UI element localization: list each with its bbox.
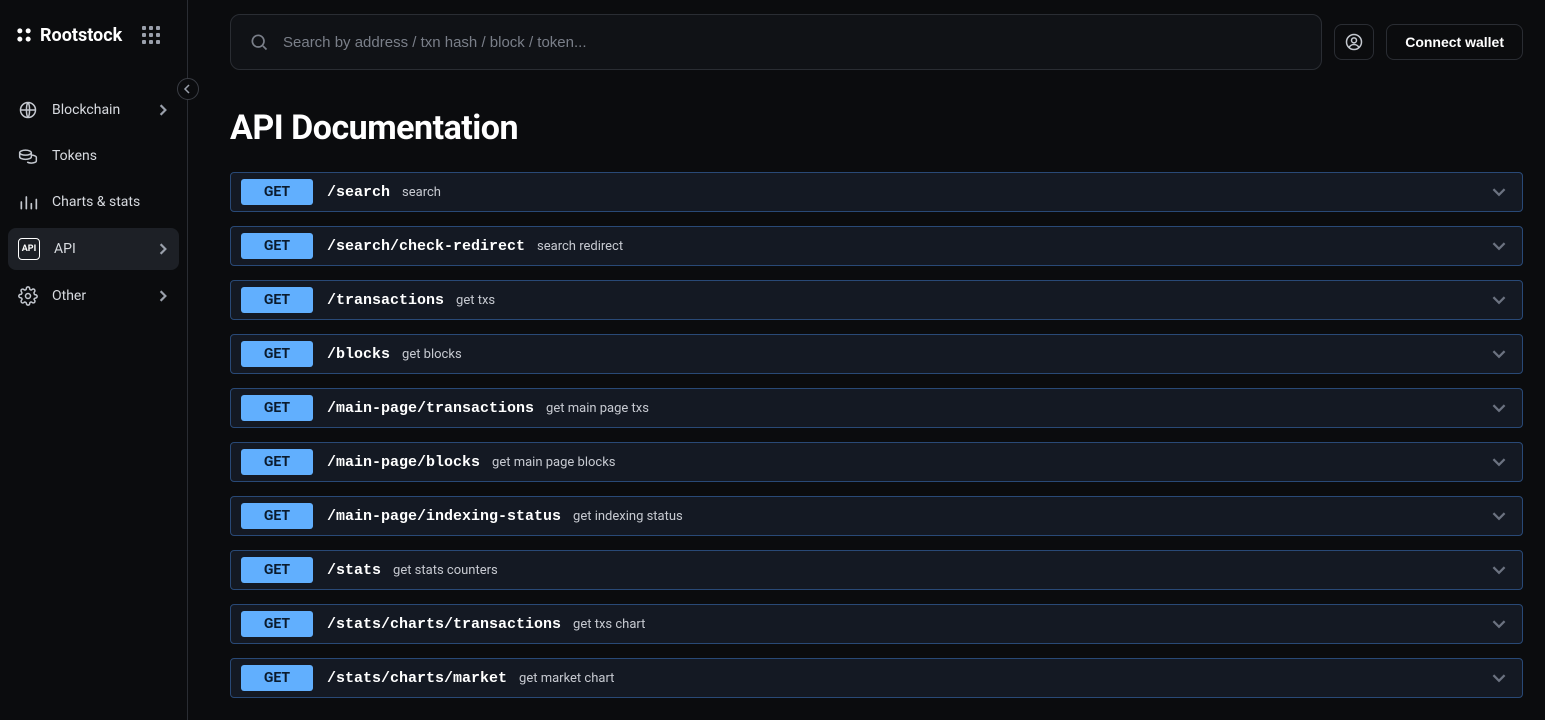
api-endpoint-row[interactable]: GET/stats get stats counters (230, 550, 1523, 590)
method-badge: GET (241, 341, 313, 367)
bars-icon (18, 192, 38, 212)
main-content: Connect wallet API Documentation GET/sea… (188, 0, 1545, 720)
api-endpoint-row[interactable]: GET/search search (230, 172, 1523, 212)
endpoint-path: /stats/charts/market (327, 670, 507, 687)
chevron-down-icon (1492, 239, 1506, 253)
endpoint-description: search (402, 185, 1492, 200)
chevron-down-icon (1492, 293, 1506, 307)
chevron-down-icon (1492, 347, 1506, 361)
logo-row: Rootstock (0, 24, 187, 70)
user-icon (1344, 32, 1364, 52)
chevron-down-icon (1492, 617, 1506, 631)
endpoint-path: /main-page/indexing-status (327, 508, 561, 525)
connect-wallet-button[interactable]: Connect wallet (1386, 24, 1523, 60)
sidebar-item-label: API (54, 241, 143, 257)
endpoint-path: /main-page/blocks (327, 454, 480, 471)
endpoint-description: get main page txs (546, 401, 1492, 416)
brand-logo[interactable]: Rootstock (14, 25, 122, 46)
chevron-down-icon (1492, 509, 1506, 523)
endpoint-description: search redirect (537, 239, 1492, 254)
api-endpoint-row[interactable]: GET/blocks get blocks (230, 334, 1523, 374)
chevron-down-icon (1492, 401, 1506, 415)
method-badge: GET (241, 179, 313, 205)
search-icon (249, 32, 269, 52)
api-endpoint-list: GET/search search GET/search/check-redirec… (230, 172, 1523, 698)
api-endpoint-row[interactable]: GET/main-page/blocks get main page blocks (230, 442, 1523, 482)
chevron-down-icon (1492, 671, 1506, 685)
endpoint-path: /stats/charts/transactions (327, 616, 561, 633)
endpoint-description: get stats counters (393, 563, 1492, 578)
globe-icon (18, 100, 38, 120)
endpoint-description: get txs (456, 293, 1492, 308)
method-badge: GET (241, 233, 313, 259)
chevron-right-icon (157, 290, 169, 302)
endpoint-description: get txs chart (573, 617, 1492, 632)
method-badge: GET (241, 503, 313, 529)
coins-icon (18, 146, 38, 166)
sidebar: Rootstock Blockchain (0, 0, 188, 720)
endpoint-description: get market chart (519, 671, 1492, 686)
logo-mark-icon (14, 25, 34, 45)
endpoint-path: /search/check-redirect (327, 238, 525, 255)
method-badge: GET (241, 665, 313, 691)
account-button[interactable] (1334, 24, 1374, 60)
chevron-right-icon (157, 243, 169, 255)
api-endpoint-row[interactable]: GET/main-page/indexing-status get indexin… (230, 496, 1523, 536)
sidebar-item-blockchain[interactable]: Blockchain (8, 90, 179, 130)
api-icon: API (18, 238, 40, 260)
chevron-down-icon (1492, 185, 1506, 199)
api-endpoint-row[interactable]: GET/transactions get txs (230, 280, 1523, 320)
topbar: Connect wallet (230, 0, 1523, 70)
sidebar-item-tokens[interactable]: Tokens (8, 136, 179, 176)
apps-grid-button[interactable] (140, 24, 162, 46)
chevron-right-icon (157, 104, 169, 116)
endpoint-path: /stats (327, 562, 381, 579)
search-bar[interactable] (230, 14, 1322, 70)
sidebar-item-api[interactable]: API API (8, 228, 179, 270)
endpoint-path: /transactions (327, 292, 444, 309)
api-endpoint-row[interactable]: GET/stats/charts/transactions get txs cha… (230, 604, 1523, 644)
method-badge: GET (241, 395, 313, 421)
chevron-down-icon (1492, 563, 1506, 577)
api-endpoint-row[interactable]: GET/search/check-redirect search redirect (230, 226, 1523, 266)
sidebar-item-label: Charts & stats (52, 194, 169, 210)
sidebar-item-charts[interactable]: Charts & stats (8, 182, 179, 222)
endpoint-path: /blocks (327, 346, 390, 363)
endpoint-path: /main-page/transactions (327, 400, 534, 417)
sidebar-item-label: Tokens (52, 148, 169, 164)
brand-name: Rootstock (40, 25, 122, 46)
collapse-sidebar-button[interactable] (177, 78, 199, 100)
endpoint-path: /search (327, 184, 390, 201)
sidebar-nav: Blockchain Tokens Charts & stats (0, 82, 187, 324)
search-input[interactable] (283, 34, 1303, 51)
endpoint-description: get main page blocks (492, 455, 1492, 470)
sidebar-item-label: Blockchain (52, 102, 143, 118)
method-badge: GET (241, 449, 313, 475)
sidebar-item-other[interactable]: Other (8, 276, 179, 316)
page-title: API Documentation (230, 108, 1523, 148)
endpoint-description: get blocks (402, 347, 1492, 362)
method-badge: GET (241, 611, 313, 637)
sidebar-item-label: Other (52, 288, 143, 304)
method-badge: GET (241, 287, 313, 313)
chevron-down-icon (1492, 455, 1506, 469)
api-endpoint-row[interactable]: GET/stats/charts/market get market chart (230, 658, 1523, 698)
gear-icon (18, 286, 38, 306)
endpoint-description: get indexing status (573, 509, 1492, 524)
api-endpoint-row[interactable]: GET/main-page/transactions get main page … (230, 388, 1523, 428)
method-badge: GET (241, 557, 313, 583)
